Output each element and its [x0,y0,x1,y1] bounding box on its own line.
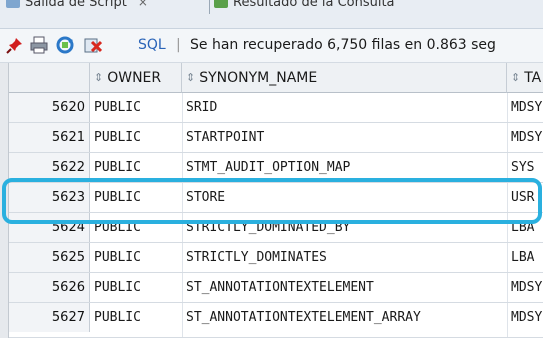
cell-owner[interactable]: PUBLIC [90,123,182,152]
table-row[interactable]: 5625 PUBLIC STRICTLY_DOMINATES LBA [9,243,543,273]
toolbar-separator: | [176,37,181,53]
cell-owner[interactable]: PUBLIC [90,243,182,272]
pin-icon[interactable] [6,36,24,54]
cell-table[interactable]: USR [507,183,543,212]
print-icon[interactable] [30,36,48,54]
table-row[interactable]: 5624 PUBLIC STRICTLY_DOMINATED_BY LBA [9,213,543,243]
row-number: 5623 [9,183,90,212]
column-header-owner[interactable]: ⇕ OWNER [90,63,182,93]
refresh-icon[interactable] [56,36,74,54]
grid-left-gutter [0,63,9,338]
cell-table[interactable]: MDSY [507,93,543,122]
cell-synonym-name[interactable]: ST_ANNOTATIONTEXTELEMENT [182,273,507,302]
row-number-header [9,63,90,93]
row-number: 5621 [9,123,90,152]
row-number: 5624 [9,213,90,242]
tab-separator [209,0,210,14]
cell-synonym-name[interactable]: STRICTLY_DOMINATED_BY [182,213,507,242]
cell-synonym-name[interactable]: STMT_AUDIT_OPTION_MAP [182,153,507,182]
column-header-synonym-name[interactable]: ⇕ SYNONYM_NAME [182,63,507,93]
row-number: 5620 [9,93,90,122]
cell-synonym-name[interactable]: STARTPOINT [182,123,507,152]
results-toolbar: SQL | Se han recuperado 6,750 filas en 0… [0,29,543,63]
column-header-table[interactable]: ⇕ TA [507,63,543,93]
cell-table[interactable]: LBA [507,243,543,272]
cell-table[interactable]: MDSY [507,123,543,152]
cell-table[interactable]: MDSY [507,273,543,302]
cell-synonym-name[interactable]: SRID [182,93,507,122]
table-row[interactable]: 5620 PUBLIC SRID MDSY [9,93,543,123]
cell-owner[interactable]: PUBLIC [90,213,182,242]
tab-label: Resultado de la Consulta [233,0,395,10]
table-row[interactable]: 5626 PUBLIC ST_ANNOTATIONTEXTELEMENT MDS… [9,273,543,303]
script-output-icon [6,0,20,8]
row-number: 5625 [9,243,90,272]
sort-arrows-icon[interactable]: ⇕ [94,71,103,84]
tab-strip: Salida de Script × Resultado de la Consu… [0,0,543,29]
column-header-label: SYNONYM_NAME [199,69,318,86]
table-row[interactable]: 5622 PUBLIC STMT_AUDIT_OPTION_MAP SYS [9,153,543,183]
sort-arrows-icon[interactable]: ⇕ [186,71,195,84]
tab-script-output[interactable]: Salida de Script × [6,0,148,12]
cell-table[interactable]: SYS [507,153,543,182]
column-header-label: TA [524,69,542,86]
query-result-icon [214,0,228,8]
table-row[interactable]: 5627 PUBLIC ST_ANNOTATIONTEXTELEMENT_ARR… [9,303,543,338]
cell-synonym-name[interactable]: STORE [182,183,507,212]
column-header-label: OWNER [107,69,162,86]
fetch-status-text: Se han recuperado 6,750 filas en 0.863 s… [190,37,496,53]
close-icon[interactable]: × [138,0,148,9]
tab-label: Salida de Script [25,0,127,10]
sort-arrows-icon[interactable]: ⇕ [511,71,520,84]
table-row-highlighted[interactable]: 5623 PUBLIC STORE USR [9,183,543,213]
table-row[interactable]: 5621 PUBLIC STARTPOINT MDSY [9,123,543,153]
cell-table[interactable]: LBA [507,213,543,242]
tab-query-result[interactable]: Resultado de la Consulta [214,0,395,12]
cell-owner[interactable]: PUBLIC [90,153,182,182]
cell-owner[interactable]: PUBLIC [90,273,182,302]
export-icon[interactable] [84,36,102,54]
cell-owner[interactable]: PUBLIC [90,183,182,212]
row-number: 5627 [9,303,90,332]
cell-owner[interactable]: PUBLIC [90,303,182,332]
cell-table[interactable]: MDSY [507,303,543,332]
cell-owner[interactable]: PUBLIC [90,93,182,122]
sql-link[interactable]: SQL [138,37,166,53]
cell-synonym-name[interactable]: ST_ANNOTATIONTEXTELEMENT_ARRAY [182,303,507,332]
row-number: 5626 [9,273,90,302]
row-number: 5622 [9,153,90,182]
cell-synonym-name[interactable]: STRICTLY_DOMINATES [182,243,507,272]
